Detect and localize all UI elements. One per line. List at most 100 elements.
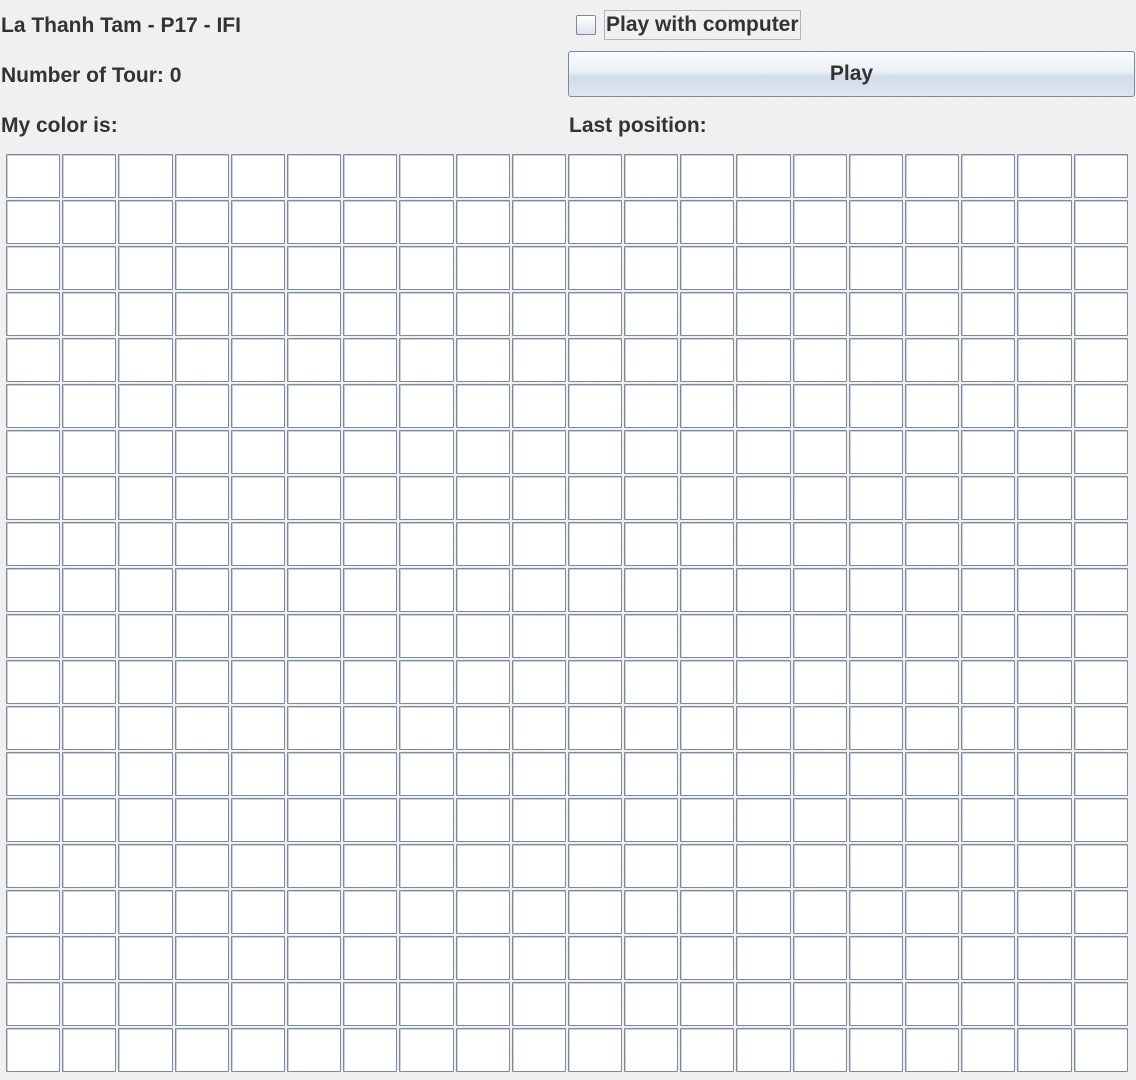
board-cell[interactable] xyxy=(286,982,342,1026)
board-cell[interactable] xyxy=(736,246,791,290)
board-cell[interactable] xyxy=(792,1028,847,1072)
board-cell[interactable] xyxy=(1073,338,1128,382)
board-cell[interactable] xyxy=(905,936,960,980)
board-cell[interactable] xyxy=(680,752,735,796)
board-cell[interactable] xyxy=(118,1028,173,1072)
board-cell[interactable] xyxy=(174,936,229,980)
board-cell[interactable] xyxy=(6,982,61,1026)
board-cell[interactable] xyxy=(792,844,847,888)
board-cell[interactable] xyxy=(174,660,229,704)
board-cell[interactable] xyxy=(905,1028,960,1072)
board-cell[interactable] xyxy=(174,752,229,796)
board-cell[interactable] xyxy=(680,568,735,612)
board-cell[interactable] xyxy=(736,936,791,980)
board-cell[interactable] xyxy=(343,522,398,566)
board-cell[interactable] xyxy=(118,890,173,934)
board-cell[interactable] xyxy=(961,154,1016,198)
board-cell[interactable] xyxy=(1073,1028,1128,1072)
board-cell[interactable] xyxy=(511,982,566,1026)
board-cell[interactable] xyxy=(848,200,903,244)
board-cell[interactable] xyxy=(736,706,791,750)
board-cell[interactable] xyxy=(1017,476,1072,520)
board-cell[interactable] xyxy=(343,568,398,612)
board-cell[interactable] xyxy=(399,522,454,566)
board-cell[interactable] xyxy=(455,982,510,1026)
board-cell[interactable] xyxy=(286,752,342,796)
board-cell[interactable] xyxy=(455,936,510,980)
board-cell[interactable] xyxy=(286,936,342,980)
board-cell[interactable] xyxy=(961,936,1016,980)
board-cell[interactable] xyxy=(624,384,679,428)
board-cell[interactable] xyxy=(961,890,1016,934)
board-cell[interactable] xyxy=(792,476,847,520)
board-cell[interactable] xyxy=(567,200,623,244)
board-cell[interactable] xyxy=(792,200,847,244)
board-cell[interactable] xyxy=(961,706,1016,750)
board-cell[interactable] xyxy=(848,384,903,428)
board-cell[interactable] xyxy=(62,982,117,1026)
board-cell[interactable] xyxy=(680,982,735,1026)
board-cell[interactable] xyxy=(174,982,229,1026)
board-cell[interactable] xyxy=(792,752,847,796)
board-cell[interactable] xyxy=(1017,1028,1072,1072)
board-cell[interactable] xyxy=(230,430,285,474)
board-cell[interactable] xyxy=(680,936,735,980)
board-cell[interactable] xyxy=(62,476,117,520)
board-cell[interactable] xyxy=(286,384,342,428)
board-cell[interactable] xyxy=(230,982,285,1026)
board-cell[interactable] xyxy=(399,982,454,1026)
board-cell[interactable] xyxy=(6,154,61,198)
board-cell[interactable] xyxy=(1017,384,1072,428)
board-cell[interactable] xyxy=(567,384,623,428)
board-cell[interactable] xyxy=(792,890,847,934)
board-cell[interactable] xyxy=(848,154,903,198)
board-cell[interactable] xyxy=(848,476,903,520)
board-cell[interactable] xyxy=(905,660,960,704)
board-cell[interactable] xyxy=(624,338,679,382)
board-cell[interactable] xyxy=(905,476,960,520)
board-cell[interactable] xyxy=(62,430,117,474)
board-cell[interactable] xyxy=(1073,752,1128,796)
play-with-computer-checkbox[interactable]: Play with computer xyxy=(576,10,801,40)
board-cell[interactable] xyxy=(736,1028,791,1072)
board-cell[interactable] xyxy=(118,476,173,520)
board-cell[interactable] xyxy=(905,246,960,290)
board-cell[interactable] xyxy=(792,522,847,566)
board-cell[interactable] xyxy=(399,292,454,336)
board-cell[interactable] xyxy=(567,246,623,290)
board-cell[interactable] xyxy=(286,338,342,382)
board-cell[interactable] xyxy=(624,844,679,888)
board-cell[interactable] xyxy=(848,844,903,888)
board-cell[interactable] xyxy=(1073,660,1128,704)
board-cell[interactable] xyxy=(961,430,1016,474)
board-cell[interactable] xyxy=(1073,154,1128,198)
board-cell[interactable] xyxy=(624,568,679,612)
board-cell[interactable] xyxy=(905,752,960,796)
board-cell[interactable] xyxy=(736,476,791,520)
board-cell[interactable] xyxy=(792,660,847,704)
board-cell[interactable] xyxy=(174,614,229,658)
board-cell[interactable] xyxy=(343,246,398,290)
board-cell[interactable] xyxy=(905,154,960,198)
board-cell[interactable] xyxy=(1073,936,1128,980)
board-cell[interactable] xyxy=(62,522,117,566)
board-cell[interactable] xyxy=(399,1028,454,1072)
board-cell[interactable] xyxy=(567,154,623,198)
board-cell[interactable] xyxy=(455,200,510,244)
board-cell[interactable] xyxy=(1017,430,1072,474)
board-cell[interactable] xyxy=(511,246,566,290)
board-cell[interactable] xyxy=(1073,200,1128,244)
board-cell[interactable] xyxy=(455,476,510,520)
board-cell[interactable] xyxy=(1073,476,1128,520)
board-cell[interactable] xyxy=(680,154,735,198)
board-cell[interactable] xyxy=(624,200,679,244)
board-cell[interactable] xyxy=(1017,246,1072,290)
board-cell[interactable] xyxy=(230,660,285,704)
board-cell[interactable] xyxy=(399,752,454,796)
board-cell[interactable] xyxy=(455,1028,510,1072)
board-cell[interactable] xyxy=(1017,706,1072,750)
board-cell[interactable] xyxy=(1017,660,1072,704)
board-cell[interactable] xyxy=(6,844,61,888)
board-cell[interactable] xyxy=(286,1028,342,1072)
board-cell[interactable] xyxy=(174,384,229,428)
